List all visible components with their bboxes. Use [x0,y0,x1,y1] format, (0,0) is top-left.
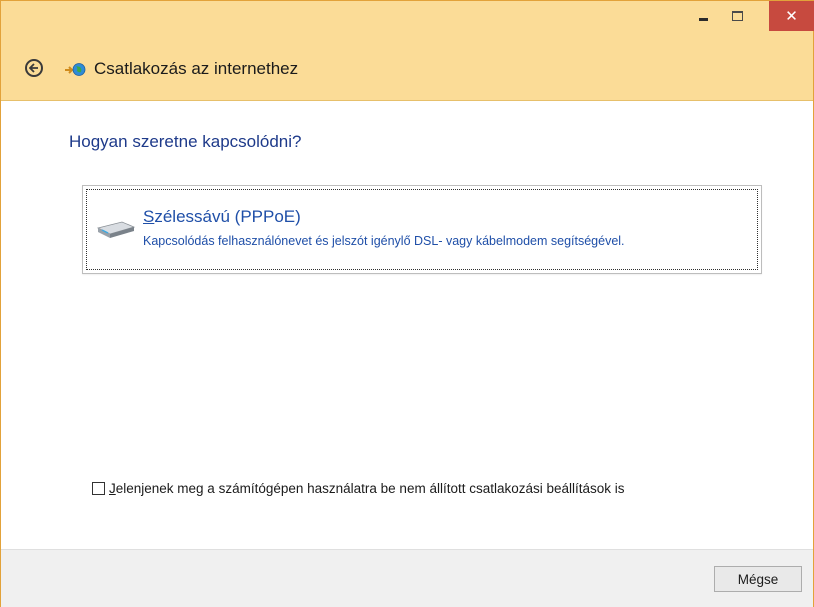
title-bar: ✕ Csatlakozás az internethez [1,1,814,101]
page-heading: Hogyan szeretne kapcsolódni? [69,132,302,151]
close-button[interactable]: ✕ [769,1,814,31]
option-title: Szélessávú (PPPoE) [143,207,301,227]
minimize-button[interactable] [686,1,720,31]
show-unconfigured-label[interactable]: Jelenjenek meg a számítógépen használatr… [109,481,625,496]
option-description: Kapcsolódás felhasználónevet és jelszót … [143,234,625,248]
dialog-window: ✕ Csatlakozás az internethez Hogyan szer… [0,0,814,607]
maximize-icon [731,11,743,21]
minimize-icon [698,17,708,21]
window-title: Csatlakozás az internethez [94,59,299,78]
button-bar: Mégse [1,549,813,607]
back-button[interactable] [25,59,43,77]
cancel-button[interactable]: Mégse [714,566,802,592]
checkbox-access-key: J [109,481,116,496]
show-unconfigured-checkbox[interactable] [92,482,105,495]
maximize-button[interactable] [720,1,754,31]
modem-icon [96,221,136,238]
checkbox-label-text: elenjenek meg a számítógépen használatra… [115,481,625,496]
network-globe-icon [65,63,86,76]
option-title-access-key: S [143,207,155,226]
back-arrow-icon [29,63,38,73]
option-title-text: zélessávú (PPPoE) [154,207,301,226]
focus-rectangle: Szélessávú (PPPoE) Kapcsolódás felhaszná… [86,189,758,270]
broadband-pppoe-option[interactable]: Szélessávú (PPPoE) Kapcsolódás felhaszná… [82,185,762,274]
close-icon: ✕ [785,8,798,25]
